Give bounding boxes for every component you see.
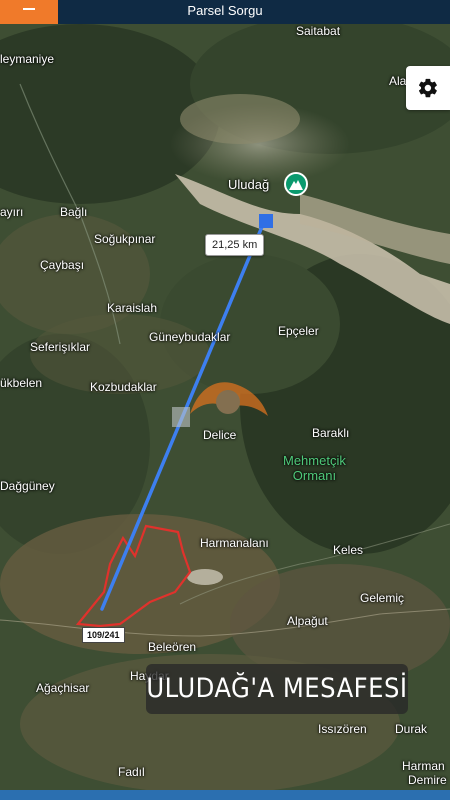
mountain-pin-icon[interactable] [284, 172, 308, 196]
line-end-marker [259, 214, 273, 228]
forest-name-line2: Ormanı [292, 468, 337, 483]
video-caption: ULUDAĞ'A MESAFESİ [146, 664, 408, 714]
settings-button[interactable] [406, 66, 450, 110]
place-ayiri: ayırı [0, 205, 24, 219]
place-fadil: Fadıl [118, 765, 145, 779]
place-epceler: Epçeler [278, 324, 319, 338]
place-keles: Keles [333, 543, 364, 557]
place-mehmetcik-ormani: Mehmetçik Ormanı [283, 453, 346, 483]
gear-icon [418, 78, 437, 98]
page-title: Parsel Sorgu [187, 3, 263, 18]
place-harman: Harman [402, 759, 445, 773]
place-alpagut: Alpağut [287, 614, 328, 628]
app-header: Parsel Sorgu [0, 0, 450, 24]
place-demire: Demire [408, 773, 447, 787]
place-harmanalani: Harmanalanı [200, 536, 269, 550]
forest-name-line1: Mehmetçik [283, 453, 346, 468]
place-seferisiklar: Seferişıklar [30, 340, 91, 354]
satellite-map[interactable]: Saitabat leymaniye Ala Uludağ ayırı Bağl… [0, 24, 450, 790]
place-agachisar: Ağaçhisar [36, 681, 90, 695]
place-suleymaniye: leymaniye [0, 52, 55, 66]
place-delice: Delice [203, 428, 237, 442]
place-issizoren: Issızören [318, 722, 367, 736]
distance-label: 21,25 km [205, 234, 265, 256]
place-barakli: Baraklı [312, 426, 350, 440]
bottom-bar [0, 790, 450, 800]
place-uludag: Uludağ [228, 177, 270, 192]
place-kozbudaklar: Kozbudaklar [90, 380, 157, 394]
place-saitabat: Saitabat [296, 24, 341, 38]
place-guneybudaklar: Güneybudaklar [149, 330, 231, 344]
place-beleoren: Beleören [148, 640, 197, 654]
place-sogukpinar: Soğukpınar [94, 232, 156, 246]
place-dagguney: Dağgüney [0, 479, 55, 493]
place-bagli: Bağlı [60, 205, 88, 219]
place-durak: Durak [395, 722, 428, 736]
place-caybasi: Çaybaşı [40, 258, 85, 272]
place-kubelen: ükbelen [0, 376, 43, 390]
place-ala: Ala [389, 74, 407, 88]
place-karaislah: Karaislah [107, 301, 158, 315]
place-gelemic: Gelemiç [360, 591, 405, 605]
parcel-number-label: 109/241 [82, 627, 125, 643]
